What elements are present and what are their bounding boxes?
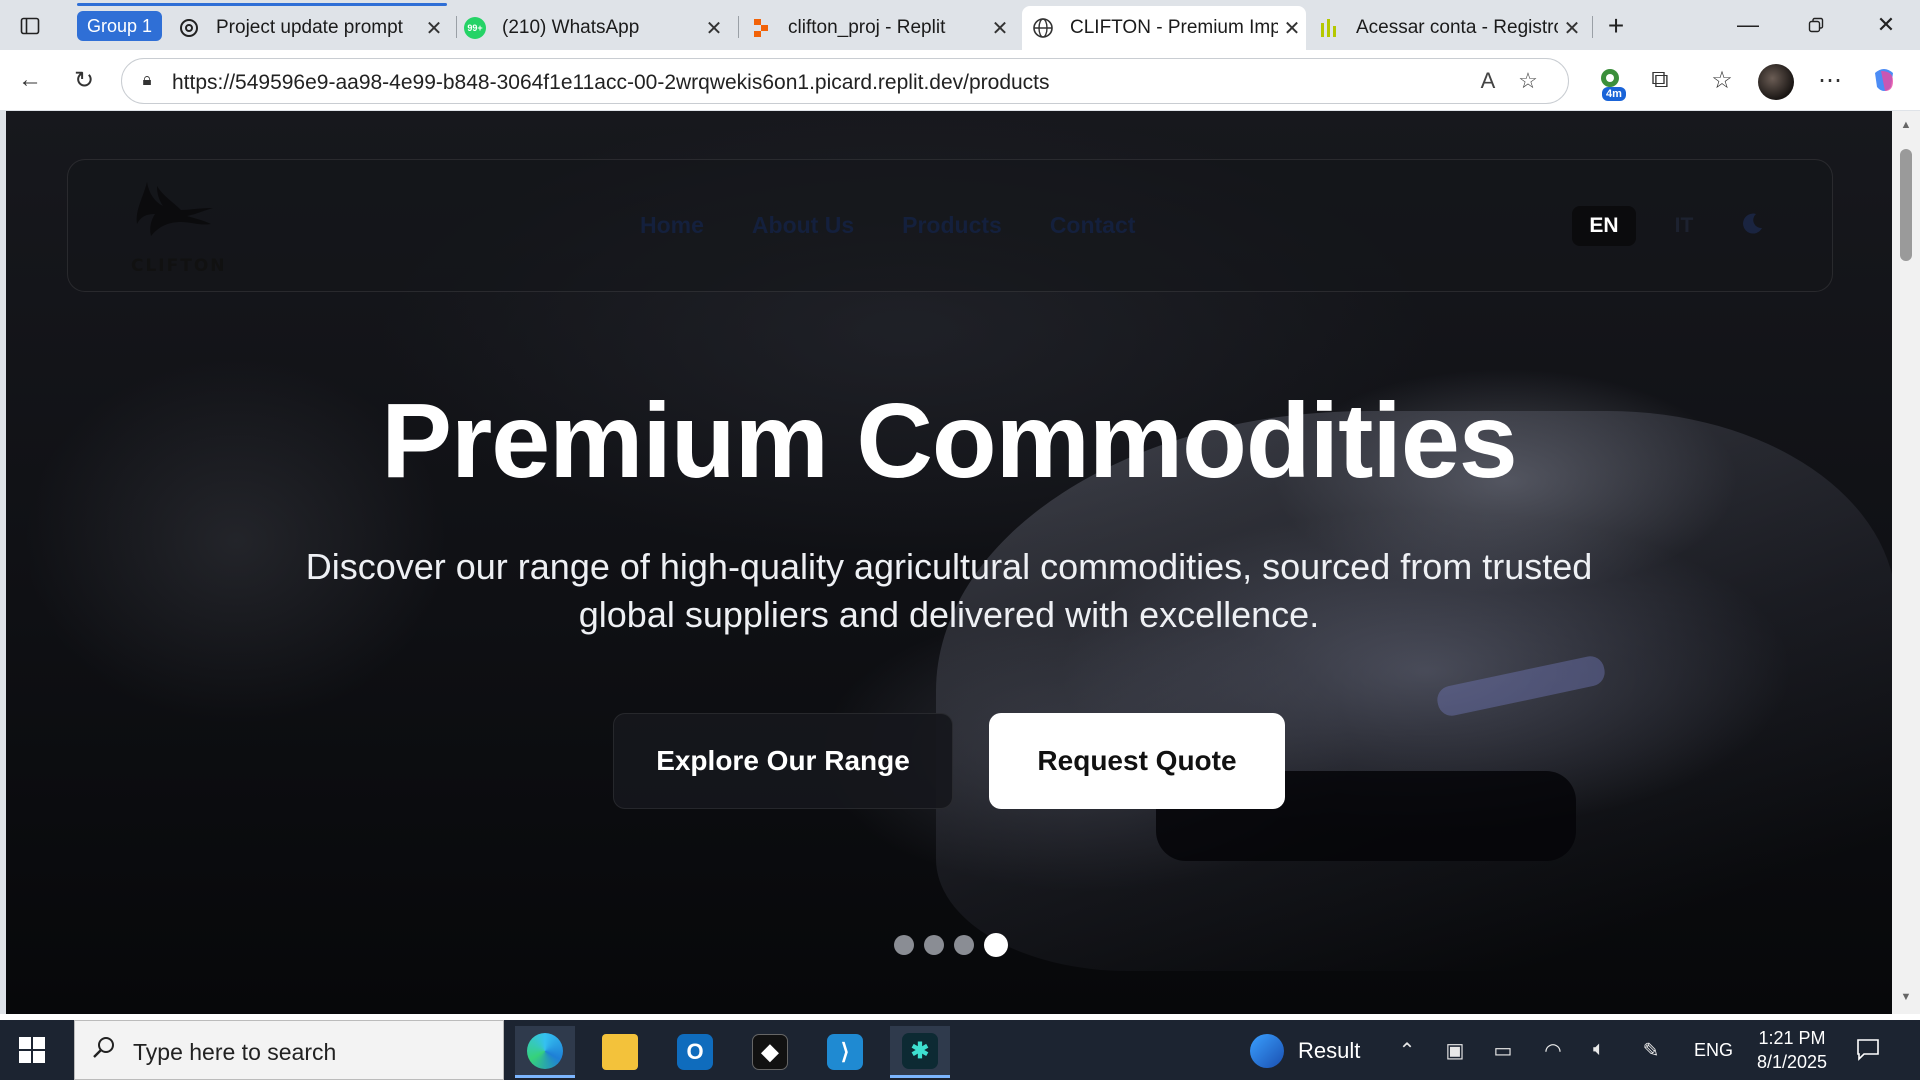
lock-icon[interactable]: 🔒︎	[136, 70, 158, 92]
hero-title: Premium Commodities	[381, 382, 1517, 500]
page-viewport: Clifton Home About Us Products Contact E…	[6, 111, 1892, 1014]
registro-icon	[1318, 17, 1340, 39]
tab-title: CLIFTON - Premium Imp	[1070, 17, 1278, 38]
clock-date: 8/1/2025	[1756, 1052, 1828, 1072]
minimize-icon[interactable]: —	[1714, 0, 1782, 50]
nav-contact[interactable]: Contact	[1050, 212, 1136, 239]
tab-title: (210) WhatsApp	[502, 17, 640, 38]
battery-icon[interactable]: ▭	[1488, 1038, 1518, 1063]
language-it-button[interactable]: IT	[1664, 206, 1704, 246]
volume-muted-icon[interactable]: 🔈︎	[1584, 1038, 1614, 1061]
tab-clifton[interactable]: CLIFTON - Premium Imp ✕	[1022, 6, 1306, 50]
search-icon	[91, 1035, 121, 1065]
url-text[interactable]: https://549596e9-aa98-4e99-b848-3064f1e1…	[172, 71, 1050, 95]
browser-tab-strip: Group 1 Project update prompt ✕ 99+ (210…	[0, 0, 1920, 50]
nav-about-us[interactable]: About Us	[752, 212, 854, 239]
site-navbar: Clifton Home About Us Products Contact E…	[67, 159, 1833, 292]
tab-title: Acessar conta - Registro	[1356, 17, 1558, 38]
avatar[interactable]	[1758, 64, 1794, 100]
weather-label: Result	[1298, 1038, 1361, 1063]
edge-icon[interactable]	[515, 1026, 575, 1078]
read-aloud-icon[interactable]: A	[1474, 68, 1502, 96]
plus-icon[interactable]: +	[1600, 10, 1632, 42]
nav-products[interactable]: Products	[902, 212, 1002, 239]
app-active-icon[interactable]: ✱	[890, 1026, 950, 1078]
tab-separator	[738, 16, 739, 38]
tab-close-icon[interactable]: ✕	[420, 16, 448, 41]
scroll-up-icon[interactable]: ▲	[1898, 119, 1914, 133]
globe-icon	[1032, 17, 1054, 39]
system-clock[interactable]: 1:21 PM 8/1/2025	[1752, 1026, 1832, 1074]
nav-home[interactable]: Home	[640, 212, 704, 239]
carousel-dot-2[interactable]	[924, 935, 944, 955]
tab-whatsapp[interactable]: 99+ (210) WhatsApp ✕	[464, 6, 728, 50]
replit-icon	[750, 17, 772, 39]
notification-icon[interactable]	[1855, 1036, 1883, 1064]
whatsapp-icon: 99+	[464, 17, 486, 39]
carousel-dots	[894, 933, 1008, 957]
carousel-dot-4[interactable]	[984, 933, 1008, 957]
openai-icon	[178, 17, 200, 39]
pen-icon[interactable]: ✎	[1636, 1038, 1666, 1063]
tab-separator	[456, 16, 457, 38]
tab-registro[interactable]: Acessar conta - Registro ✕	[1318, 6, 1586, 50]
request-quote-button[interactable]: Request Quote	[989, 713, 1285, 809]
favorites-icon[interactable]: ☆	[1704, 62, 1740, 98]
logo-text: Clifton	[131, 256, 227, 276]
moon-icon[interactable]	[1740, 212, 1764, 236]
extension-badge: 4m	[1602, 87, 1626, 101]
tab-close-icon[interactable]: ✕	[700, 16, 728, 41]
scrollbar-thumb[interactable]	[1900, 149, 1912, 261]
app-cube-icon[interactable]: ◆	[740, 1026, 800, 1078]
clock-time: 1:21 PM	[1758, 1028, 1826, 1048]
back-icon[interactable]: ←	[12, 62, 48, 98]
file-explorer-icon[interactable]	[590, 1026, 650, 1078]
windows-taskbar: Type here to search O ◆ ⟩ ✱ Result ⌃ ▣ ▭…	[0, 1020, 1920, 1080]
tab-replit[interactable]: clifton_proj - Replit ✕	[750, 6, 1014, 50]
scroll-down-icon[interactable]: ▼	[1898, 991, 1914, 1005]
meet-now-icon[interactable]: ▣	[1440, 1038, 1470, 1063]
tab-project-update[interactable]: Project update prompt ✕	[178, 6, 448, 50]
carousel-dot-1[interactable]	[894, 935, 914, 955]
eagle-logo-icon[interactable]	[129, 180, 219, 246]
address-bar[interactable]: 🔒︎ https://549596e9-aa98-4e99-b848-3064f…	[121, 58, 1569, 104]
tab-group-label[interactable]: Group 1	[77, 11, 163, 41]
search-placeholder: Type here to search	[133, 1039, 337, 1065]
tab-close-icon[interactable]: ✕	[1278, 16, 1306, 41]
tab-title: clifton_proj - Replit	[788, 17, 946, 38]
copilot-icon[interactable]	[1866, 62, 1902, 98]
nav-links: Home About Us Products Contact	[640, 212, 1135, 239]
tab-title: Project update prompt	[216, 17, 403, 38]
tab-actions-icon[interactable]	[14, 10, 46, 42]
show-hidden-icons-icon[interactable]: ⌃	[1392, 1038, 1422, 1063]
weather-widget[interactable]: Result	[1250, 1034, 1360, 1068]
more-options-icon[interactable]: ⋯	[1812, 62, 1848, 98]
vscode-icon[interactable]: ⟩	[815, 1026, 875, 1078]
browser-toolbar: ← ↻ 🔒︎ https://549596e9-aa98-4e99-b848-3…	[0, 50, 1920, 110]
extensions-puzzle-icon[interactable]: ⧉	[1642, 62, 1678, 98]
taskbar-search-box[interactable]: Type here to search	[74, 1020, 504, 1080]
tab-close-icon[interactable]: ✕	[1558, 16, 1586, 41]
language-en-button[interactable]: EN	[1572, 206, 1636, 246]
favorite-star-icon[interactable]: ☆	[1514, 68, 1542, 96]
refresh-icon[interactable]: ↻	[66, 62, 102, 98]
input-language[interactable]: ENG	[1694, 1040, 1733, 1061]
hero-subtitle: Discover our range of high-quality agric…	[305, 546, 1593, 635]
restore-icon[interactable]	[1782, 0, 1850, 50]
weather-icon	[1250, 1034, 1284, 1068]
outlook-icon[interactable]: O	[665, 1026, 725, 1078]
tab-close-icon[interactable]: ✕	[986, 16, 1014, 41]
explore-range-button[interactable]: Explore Our Range	[613, 713, 953, 809]
close-icon[interactable]: ✕	[1852, 0, 1920, 50]
windows-start-icon[interactable]	[18, 1036, 46, 1064]
carousel-dot-3[interactable]	[954, 935, 974, 955]
page-scrollbar[interactable]: ▲ ▼	[1892, 111, 1920, 1014]
tab-separator	[1592, 16, 1593, 38]
network-icon[interactable]: ◠	[1538, 1038, 1568, 1063]
